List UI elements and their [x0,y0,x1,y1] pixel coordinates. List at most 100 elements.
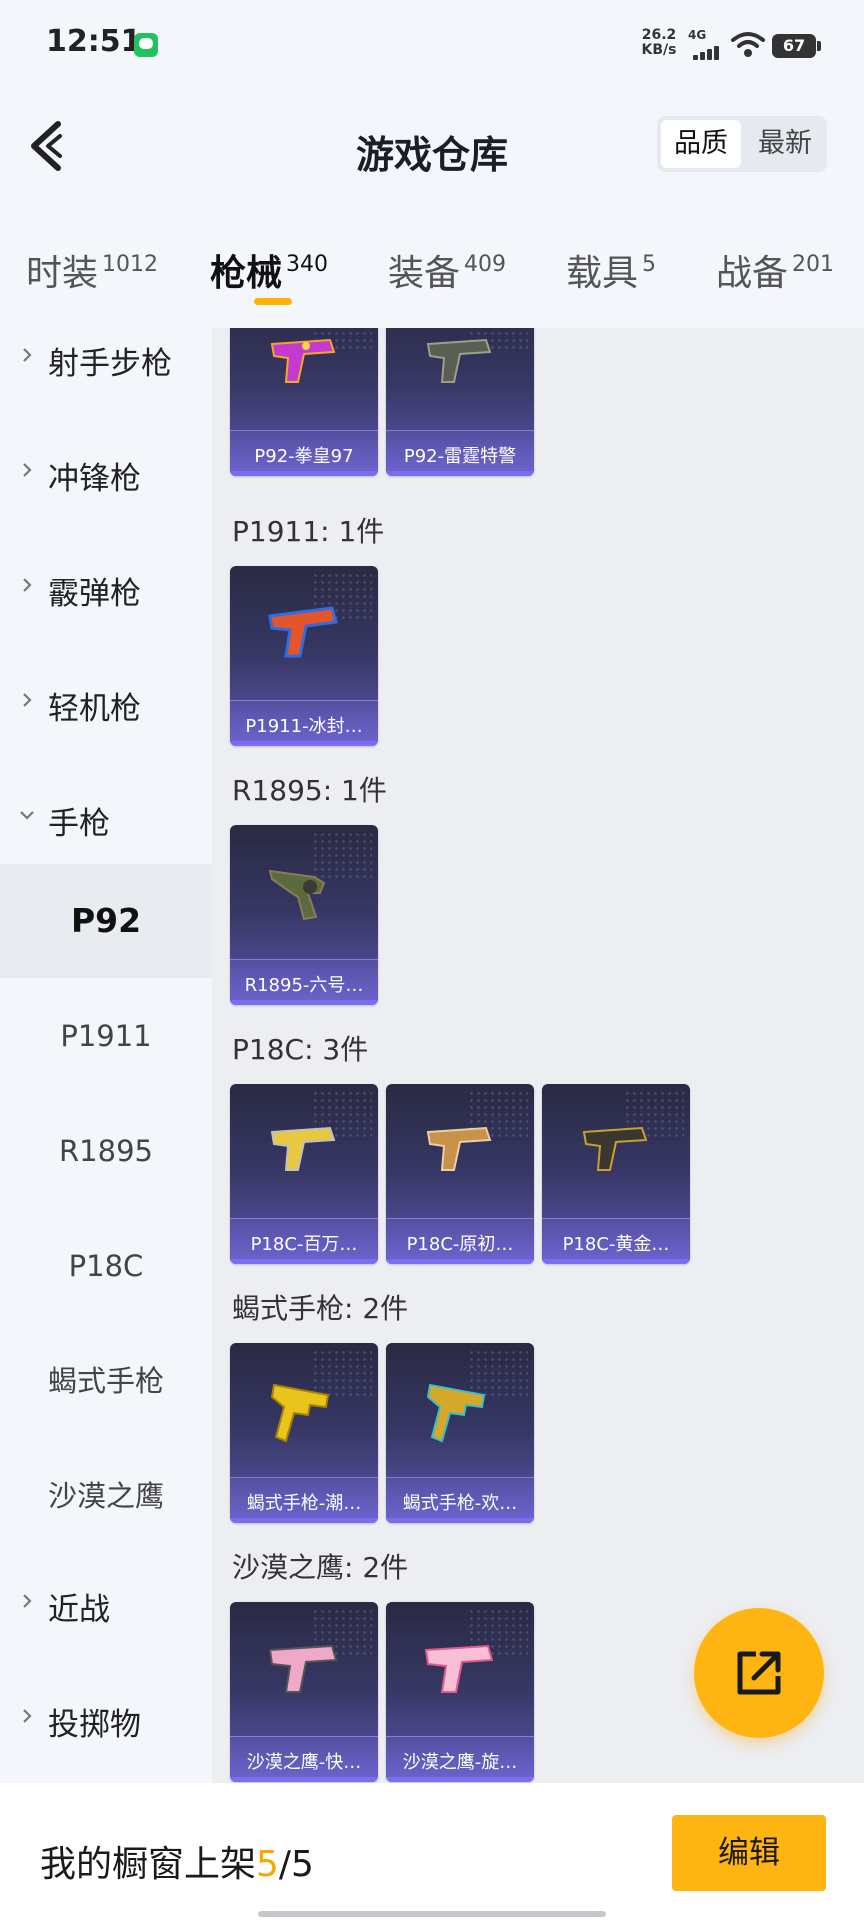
pistol-icon [270,1126,336,1171]
skin-card[interactable]: P1911-冰封… [230,566,378,746]
section-title: P1911: 1件 [232,515,385,548]
skin-card[interactable]: P18C-百万… [230,1084,378,1264]
tab-count: 201 [792,252,835,277]
sidebar-item-desert-eagle[interactable]: 沙漠之鹰 [0,1439,212,1553]
signal-icon [693,44,723,60]
weapon-type-sidebar: 射手步枪 冲锋枪 霰弹枪 轻机枪 手枪 P92 P1911 R1895 P18C… [0,328,212,1783]
skin-name: P18C-百万… [250,1234,358,1255]
back-button[interactable] [20,116,80,176]
home-indicator[interactable] [258,1911,606,1917]
machine-pistol-icon [270,1383,330,1443]
sidebar-group-label: 近战 [48,1592,110,1628]
skin-name: 沙漠之鹰-快… [246,1752,362,1773]
pistol-icon [426,338,492,383]
sidebar-group-marksman-rifle[interactable]: 射手步枪 [0,328,212,388]
skin-card[interactable]: 沙漠之鹰-旋… [386,1602,534,1782]
status-bar: 12:51 26.2 KB/s 4G 67 [0,0,864,90]
wechat-notification-icon [134,33,158,57]
skin-name: P92-拳皇97 [254,446,354,467]
section-title: 蝎式手枪: 2件 [232,1292,409,1325]
net-speed-value: 26.2 [641,27,677,43]
wifi-icon [731,32,765,57]
sidebar-item-label: 沙漠之鹰 [47,1479,164,1513]
sidebar-item-label: P92 [70,901,142,940]
sidebar-item-p92[interactable]: P92 [0,864,212,978]
tab-count: 1012 [102,252,159,277]
chevron-right-icon [23,348,32,362]
skin-name: P1911-冰封… [245,716,363,737]
sidebar-group-label: 霰弹枪 [48,576,141,612]
skin-card[interactable]: P18C-黄金… [542,1084,690,1264]
bottom-bar: 我的橱窗上架5/5 编辑 [0,1783,864,1920]
showcase-status: 我的橱窗上架5/5 [40,1835,314,1887]
sidebar-group-label: 射手步枪 [48,346,172,382]
tab-vehicles[interactable]: 载具 5 [566,244,656,296]
skin-name: 沙漠之鹰-旋… [402,1752,518,1773]
edit-button[interactable]: 编辑 [672,1815,826,1891]
sidebar-group-throwable[interactable]: 投掷物 [0,1689,212,1749]
skin-card[interactable]: P92-拳皇97 [230,328,378,476]
battery-icon: 67 [772,34,821,58]
section-title: P18C: 3件 [232,1033,369,1066]
chevron-left-icon [31,121,62,171]
sidebar-item-label: P1911 [60,1019,152,1053]
tab-label: 枪械 [210,253,283,294]
chevron-right-icon [23,693,32,707]
section-title: R1895: 1件 [232,774,387,807]
tab-label: 战备 [716,253,789,294]
showcase-total-count: /5 [278,1844,314,1885]
category-tabs: 时装 1012 枪械 340 装备 409 载具 5 战备 201 [0,230,864,310]
skin-card[interactable]: 蝎式手枪-潮… [230,1343,378,1523]
chevron-down-icon [20,811,34,820]
sort-toggle: 品质 最新 [657,116,827,172]
skin-card[interactable]: R1895-六号… [230,825,378,1005]
tab-label: 时装 [26,253,99,294]
sidebar-item-r1895[interactable]: R1895 [0,1094,212,1208]
share-button[interactable] [694,1608,824,1738]
sidebar-group-lmg[interactable]: 轻机枪 [0,673,212,733]
network-type: 4G [688,28,707,42]
skin-name: P18C-黄金… [562,1234,670,1255]
tab-count: 340 [286,252,329,277]
tab-combat-prep[interactable]: 战备 201 [716,244,834,296]
header: 游戏仓库 品质 最新 [0,100,864,190]
sidebar-group-pistol[interactable]: 手枪 [0,788,212,848]
showcase-label: 我的橱窗上架 [40,1844,257,1885]
active-tab-indicator [254,298,292,305]
skin-card[interactable]: P18C-原初… [386,1084,534,1264]
sidebar-group-smg[interactable]: 冲锋枪 [0,443,212,503]
section-title: 沙漠之鹰: 2件 [232,1551,409,1584]
skin-name: 蝎式手枪-欢… [402,1493,518,1514]
sidebar-group-label: 轻机枪 [48,691,141,727]
sidebar-item-p18c[interactable]: P18C [0,1209,212,1323]
skin-card[interactable]: P92-雷霆特警 [386,328,534,476]
machine-pistol-icon [426,1383,486,1443]
pistol-icon [426,1126,492,1171]
sidebar-group-shotgun[interactable]: 霰弹枪 [0,558,212,618]
tab-label: 载具 [566,253,639,294]
sidebar-group-label: 冲锋枪 [48,461,141,497]
net-speed-unit: KB/s [641,42,677,58]
sidebar-item-scorpion[interactable]: 蝎式手枪 [0,1324,212,1438]
pistol-icon [424,1644,494,1693]
tab-fashion[interactable]: 时装 1012 [26,244,158,296]
sort-quality-button[interactable]: 品质 [661,120,741,168]
tab-equipment[interactable]: 装备 409 [388,244,506,296]
chevron-right-icon [23,1709,32,1723]
skin-card[interactable]: 沙漠之鹰-快… [230,1602,378,1782]
share-external-icon [737,1651,781,1695]
skin-card[interactable]: 蝎式手枪-欢… [386,1343,534,1523]
chevron-right-icon [23,1594,32,1608]
sort-newest-button[interactable]: 最新 [745,116,825,172]
skin-name: P18C-原初… [406,1234,514,1255]
skin-name: R1895-六号… [244,975,364,996]
skin-name: 蝎式手枪-潮… [246,1493,362,1514]
sidebar-group-melee[interactable]: 近战 [0,1574,212,1634]
net-speed: 26.2 KB/s [636,28,682,58]
tab-count: 5 [642,252,657,277]
sidebar-item-p1911[interactable]: P1911 [0,979,212,1093]
pistol-icon [582,1126,648,1171]
tab-firearms[interactable]: 枪械 340 [210,244,328,296]
chevron-right-icon [23,578,32,592]
pistol-icon [270,338,336,383]
